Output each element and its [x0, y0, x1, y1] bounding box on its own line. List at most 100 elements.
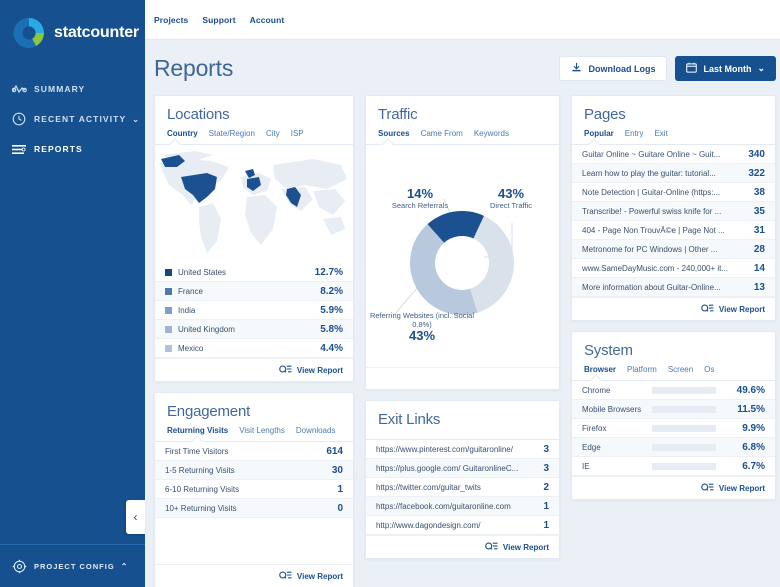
sidebar-item-recent-activity[interactable]: RECENT ACTIVITY ⌄: [0, 104, 145, 134]
tab-downloads[interactable]: Downloads: [296, 426, 336, 435]
tabs-divider: [572, 144, 775, 145]
table-row[interactable]: Learn how to play the guitar: tutorial..…: [572, 164, 775, 183]
country-percent: 5.8%: [320, 324, 343, 335]
table-row[interactable]: First Time Visitors 614: [155, 442, 353, 461]
tab-popular[interactable]: Popular: [584, 129, 614, 138]
browser-percent: 9.9%: [724, 423, 765, 434]
tabs-divider: [572, 380, 775, 381]
traffic-sources-donut-chart[interactable]: 14% Search Referrals 43% Direct Traffic …: [366, 145, 559, 367]
table-row[interactable]: United States 12.7%: [155, 263, 353, 282]
table-row[interactable]: https://twitter.com/guitar_twits 2: [366, 478, 559, 497]
country-percent: 4.4%: [320, 343, 343, 354]
table-row[interactable]: IE 6.7%: [572, 457, 775, 476]
tab-came-from[interactable]: Came From: [421, 129, 463, 138]
country-name: France: [178, 287, 314, 296]
chevron-down-icon: ⌄: [757, 63, 765, 74]
table-row[interactable]: Metronome for PC Windows | Other ... 28: [572, 240, 775, 259]
view-report-button[interactable]: View Report: [485, 541, 549, 553]
table-row[interactable]: More information about Guitar-Online... …: [572, 278, 775, 297]
tab-exit[interactable]: Exit: [654, 129, 667, 138]
browser-percent: 6.7%: [724, 461, 765, 472]
browser-share-bar: [652, 425, 716, 432]
table-row[interactable]: 10+ Returning Visits 0: [155, 499, 353, 518]
browser-share-bar: [652, 444, 716, 451]
table-row[interactable]: United Kingdom 5.8%: [155, 320, 353, 339]
search-referrals-label: Search Referrals: [374, 201, 466, 210]
pulse-icon: [12, 84, 34, 95]
tab-entry[interactable]: Entry: [625, 129, 644, 138]
exit-links-list: https://www.pinterest.com/guitaronline/ …: [366, 440, 559, 535]
column-middle: Traffic Sources Came From Keywords: [365, 95, 560, 559]
sidebar-item-summary[interactable]: SUMMARY: [0, 74, 145, 104]
table-row[interactable]: France 8.2%: [155, 282, 353, 301]
table-row[interactable]: 6-10 Returning Visits 1: [155, 480, 353, 499]
exit-link-url[interactable]: https://plus.google.com/ GuitaronlineC..…: [376, 464, 537, 473]
tab-visit-lengths[interactable]: Visit Lengths: [239, 426, 285, 435]
tab-keywords[interactable]: Keywords: [474, 129, 509, 138]
tab-country[interactable]: Country: [167, 129, 198, 138]
table-row[interactable]: Edge 6.8%: [572, 438, 775, 457]
brand-logo[interactable]: statcounter: [0, 0, 145, 52]
tab-platform[interactable]: Platform: [627, 365, 657, 374]
download-logs-button[interactable]: Download Logs: [559, 56, 667, 81]
exit-link-url[interactable]: https://twitter.com/guitar_twits: [376, 483, 537, 492]
tab-state-region[interactable]: State/Region: [209, 129, 255, 138]
card-traffic: Traffic Sources Came From Keywords: [365, 95, 560, 390]
view-report-button[interactable]: View Report: [701, 303, 765, 315]
report-search-icon: [701, 303, 714, 315]
table-row[interactable]: India 5.9%: [155, 301, 353, 320]
table-row[interactable]: Guitar Online ~ Guitare Online ~ Guit...…: [572, 145, 775, 164]
view-report-button[interactable]: View Report: [701, 482, 765, 494]
table-row[interactable]: Transcribe! - Powerful swiss knife for .…: [572, 202, 775, 221]
legend-swatch: [165, 345, 172, 352]
card-exit-links-head: Exit Links: [366, 401, 559, 439]
sidebar-item-label: REPORTS: [34, 144, 83, 154]
table-row[interactable]: Chrome 49.6%: [572, 381, 775, 400]
statcounter-dashboard: statcounter SUMMARY: [0, 0, 780, 587]
sidebar-collapse-handle[interactable]: ‹: [126, 500, 145, 534]
exit-link-url[interactable]: http://www.dagondesign.com/: [376, 521, 537, 530]
page-views: 13: [754, 282, 765, 293]
sidebar-item-reports[interactable]: REPORTS: [0, 134, 145, 164]
card-title: Engagement: [167, 403, 341, 421]
tab-sources[interactable]: Sources: [378, 129, 410, 138]
engagement-value: 1: [337, 484, 343, 495]
tab-returning-visits[interactable]: Returning Visits: [167, 426, 228, 435]
topnav-link-projects[interactable]: Projects: [154, 15, 188, 25]
table-row[interactable]: https://plus.google.com/ GuitaronlineC..…: [366, 459, 559, 478]
table-row[interactable]: Note Detection | Guitar-Online (https:..…: [572, 183, 775, 202]
exit-link-count: 1: [543, 501, 549, 512]
tab-isp[interactable]: ISP: [291, 129, 304, 138]
legend-swatch: [165, 269, 172, 276]
table-row[interactable]: Mobile Browsers 11.5%: [572, 400, 775, 419]
table-row[interactable]: https://facebook.com/guitaronline.com 1: [366, 497, 559, 516]
table-row[interactable]: www.SameDayMusic.com - 240,000+ it... 14: [572, 259, 775, 278]
view-report-button[interactable]: View Report: [279, 364, 343, 376]
browser-name: Firefox: [582, 424, 644, 433]
donut-label-search-referrals: 14% Search Referrals: [374, 187, 466, 210]
card-exit-links: Exit Links https://www.pinterest.com/gui…: [365, 400, 560, 559]
table-row[interactable]: 1-5 Returning Visits 30: [155, 461, 353, 480]
statcounter-donut-logo-icon: [10, 14, 48, 52]
tab-os[interactable]: Os: [704, 365, 714, 374]
table-row[interactable]: Mexico 4.4%: [155, 339, 353, 358]
table-row[interactable]: http://www.dagondesign.com/ 1: [366, 516, 559, 535]
tab-browser[interactable]: Browser: [584, 365, 616, 374]
brand-name: statcounter: [54, 24, 139, 42]
topnav-link-support[interactable]: Support: [202, 15, 235, 25]
tab-city[interactable]: City: [266, 129, 280, 138]
project-config-button[interactable]: PROJECT CONFIG ⌃: [0, 545, 145, 587]
browser-percent: 49.6%: [724, 385, 765, 396]
world-map[interactable]: [155, 145, 353, 263]
tab-screen[interactable]: Screen: [668, 365, 693, 374]
card-exit-links-footer: View Report: [366, 535, 559, 558]
table-row[interactable]: https://www.pinterest.com/guitaronline/ …: [366, 440, 559, 459]
view-report-button[interactable]: View Report: [279, 570, 343, 582]
topnav-link-account[interactable]: Account: [250, 15, 285, 25]
date-range-button[interactable]: Last Month ⌄: [675, 56, 776, 81]
exit-link-url[interactable]: https://facebook.com/guitaronline.com: [376, 502, 537, 511]
table-row[interactable]: 404 - Page Non TrouvÃ©e | Page Not ... 3…: [572, 221, 775, 240]
exit-link-url[interactable]: https://www.pinterest.com/guitaronline/: [376, 445, 537, 454]
table-row[interactable]: Firefox 9.9%: [572, 419, 775, 438]
view-report-label: View Report: [719, 305, 765, 314]
